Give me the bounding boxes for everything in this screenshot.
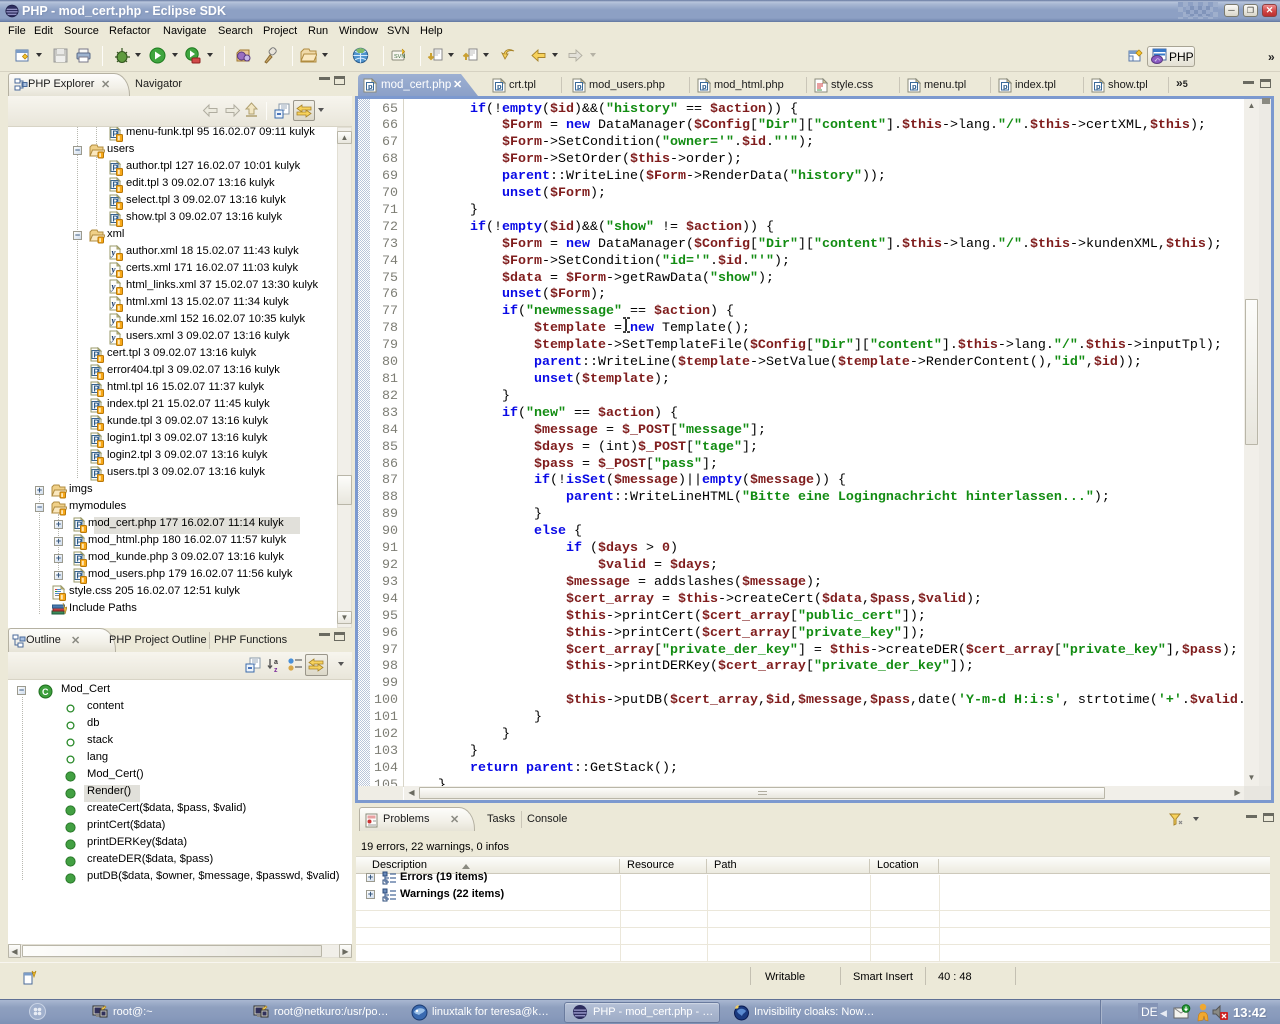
svg-text:z: z	[274, 667, 278, 673]
svg-text:SVN: SVN	[394, 54, 405, 60]
svg-text:p: p	[702, 82, 707, 91]
svg-text:⤺: ⤺	[1155, 58, 1161, 64]
svg-text:a: a	[274, 659, 278, 666]
svg-text:p: p	[368, 82, 373, 91]
svg-text:p: p	[1003, 82, 1008, 91]
svg-text:p: p	[577, 82, 582, 91]
svg-text:p: p	[912, 82, 917, 91]
svg-text:p: p	[497, 82, 502, 91]
svg-text:p: p	[1096, 82, 1101, 91]
svg-text:C: C	[42, 687, 49, 697]
